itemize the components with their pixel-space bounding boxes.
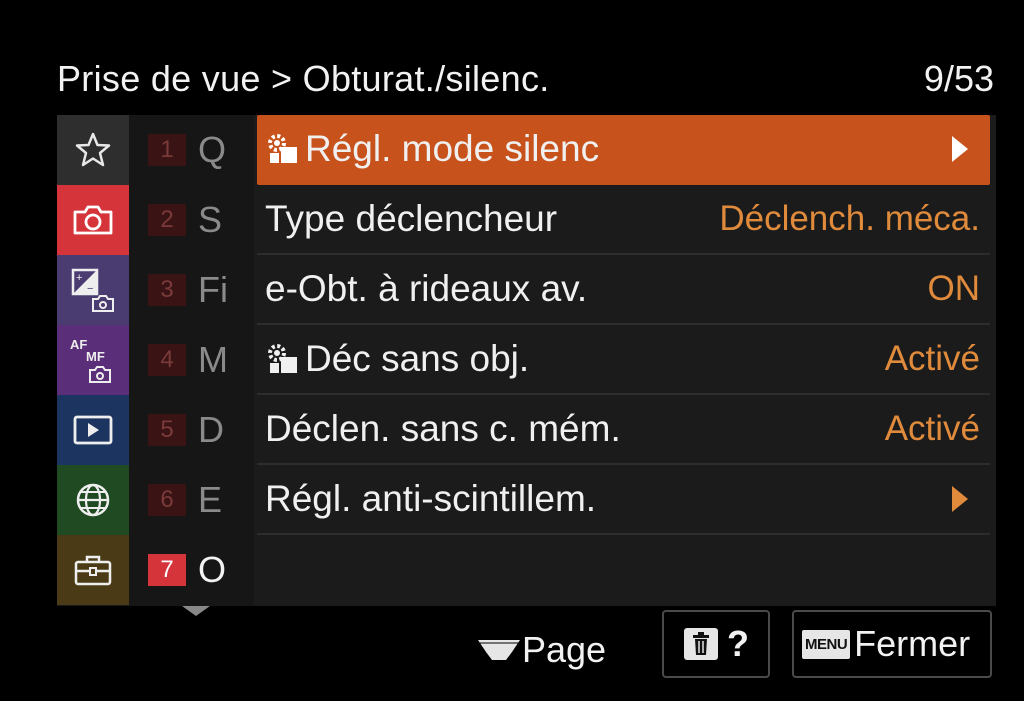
footer: Page ? MENU Fermer: [0, 606, 1024, 701]
category-playback[interactable]: [57, 395, 129, 465]
category-network[interactable]: [57, 465, 129, 535]
menu-item-label: e-Obt. à rideaux av.: [265, 268, 588, 309]
page-label: Page: [522, 629, 607, 670]
menu-item-value: Activé: [884, 339, 980, 378]
subpage-column: 1 Q 2 S 3 Fi 4 M 5 D 6 E 7 O: [129, 115, 254, 606]
subpage-number: 5: [148, 414, 186, 446]
menu-item-label: Régl. anti-scintillem.: [265, 478, 597, 519]
menu-item-value: ON: [927, 269, 981, 308]
gear-icon: [268, 134, 297, 163]
menu-item-release-without-lens[interactable]: Déc sans obj. Activé: [257, 325, 990, 395]
subpage-item[interactable]: 4 M: [129, 325, 254, 395]
af-mf-camera-icon: AFMF: [70, 337, 111, 383]
trash-icon: [684, 628, 718, 660]
menu-item-label: Déc sans obj.: [305, 338, 530, 379]
menu-item-label-wrap: Déc sans obj.: [265, 338, 529, 380]
svg-text:+: +: [76, 272, 82, 284]
category-favorites[interactable]: [57, 115, 129, 185]
subpage-letter: M: [198, 339, 228, 380]
subpage-letter: S: [198, 199, 223, 240]
breadcrumb: Prise de vue > Obturat./silenc.: [57, 58, 550, 99]
category-shooting[interactable]: [57, 185, 129, 255]
svg-text:AF: AF: [70, 337, 87, 352]
camera-icon: [73, 205, 113, 235]
menu-item-silent-mode[interactable]: Régl. mode silenc: [257, 115, 990, 185]
menu-item-shutter-type[interactable]: Type déclencheur Déclench. méca.: [257, 185, 990, 255]
subpage-letter: O: [198, 549, 227, 590]
subpage-number: 7: [148, 554, 186, 586]
subpage-number: 2: [148, 204, 186, 236]
subpage-letter: D: [198, 409, 224, 450]
svg-text:−: −: [87, 283, 93, 295]
subpage-number: 4: [148, 344, 186, 376]
exposure-camera-icon: +−: [71, 268, 114, 312]
subpage-number: 1: [148, 134, 186, 166]
chevron-right-icon: [952, 486, 968, 512]
category-setup[interactable]: [57, 535, 129, 605]
subpage-item[interactable]: 3 Fi: [129, 255, 254, 325]
menu-badge: MENU: [802, 629, 851, 659]
star-icon: [75, 132, 111, 167]
subpage-letter: E: [198, 479, 223, 520]
delete-help-button[interactable]: ?: [662, 610, 770, 678]
menu-item-anti-flicker[interactable]: Régl. anti-scintillem.: [257, 465, 990, 535]
subpage-item-active[interactable]: 7 O: [129, 535, 254, 605]
subpage-letter: Q: [198, 129, 227, 170]
subpage-item[interactable]: 2 S: [129, 185, 254, 255]
settings-list: Régl. mode silenc Type déclencheur Décle…: [257, 115, 990, 606]
menu-frame: + − AF MF 1 Q 2 S 3 Fi 4 M 5 D 6 E 7 O R…: [57, 115, 996, 606]
category-column: + − AF MF: [57, 115, 129, 606]
close-button[interactable]: MENU Fermer: [792, 610, 992, 678]
menu-item-label: Type déclencheur: [265, 198, 558, 239]
playback-icon: [73, 415, 113, 445]
close-label: Fermer: [854, 623, 971, 664]
page-button[interactable]: Page: [476, 624, 606, 676]
category-focus[interactable]: AF MF: [57, 325, 129, 395]
subpage-number: 6: [148, 484, 186, 516]
menu-item-label: Déclen. sans c. mém.: [265, 408, 621, 449]
category-exposure[interactable]: + −: [57, 255, 129, 325]
help-label: ?: [727, 623, 749, 664]
gear-icon: [268, 344, 297, 373]
page-count: 9/53: [923, 58, 994, 99]
menu-item-label-wrap: Régl. mode silenc: [265, 128, 599, 170]
subpage-item[interactable]: 1 Q: [129, 115, 254, 185]
subpage-number: 3: [148, 274, 186, 306]
subpage-letter: Fi: [198, 269, 228, 310]
menu-item-label: Régl. mode silenc: [305, 128, 600, 169]
menu-item-efc-shutter[interactable]: e-Obt. à rideaux av. ON: [257, 255, 990, 325]
svg-text:MF: MF: [86, 349, 105, 364]
dial-icon: [478, 640, 520, 660]
menu-item-value: Activé: [884, 409, 980, 448]
subpage-item[interactable]: 5 D: [129, 395, 254, 465]
network-globe-icon: [76, 483, 110, 517]
chevron-right-icon: [952, 136, 968, 162]
toolbox-icon: [74, 555, 112, 586]
subpage-item[interactable]: 6 E: [129, 465, 254, 535]
header: Prise de vue > Obturat./silenc. 9/53: [0, 0, 1024, 115]
menu-item-release-without-card[interactable]: Déclen. sans c. mém. Activé: [257, 395, 990, 465]
menu-item-value: Déclench. méca.: [719, 199, 980, 238]
